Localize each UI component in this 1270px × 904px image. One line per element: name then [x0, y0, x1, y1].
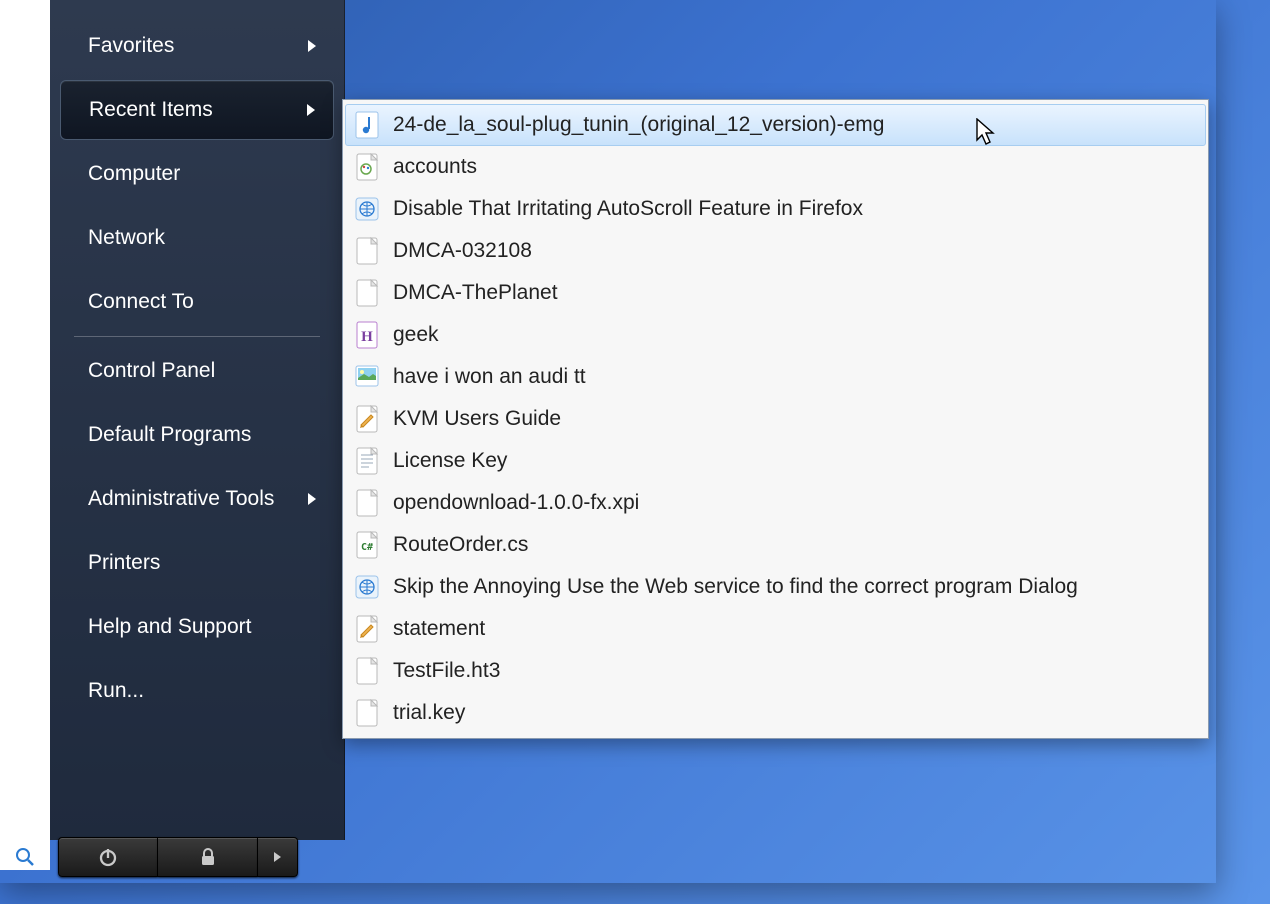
chevron-right-icon	[307, 104, 315, 116]
recent-item-label: 24-de_la_soul-plug_tunin_(original_12_ve…	[393, 113, 884, 137]
menu-item-label: Run...	[88, 679, 144, 703]
recent-item[interactable]: License Key	[345, 440, 1206, 482]
recent-item[interactable]: 24-de_la_soul-plug_tunin_(original_12_ve…	[345, 104, 1206, 146]
recent-item[interactable]: opendownload-1.0.0-fx.xpi	[345, 482, 1206, 524]
power-button[interactable]	[58, 837, 158, 877]
recent-item-label: DMCA-032108	[393, 239, 532, 263]
menu-item-computer[interactable]: Computer	[60, 144, 334, 204]
svg-text:C#: C#	[361, 542, 373, 553]
code-file-icon: C#	[355, 531, 379, 559]
menu-item-label: Network	[88, 226, 165, 250]
start-menu-right-panel: Favorites Recent Items Computer Network Conn…	[50, 0, 345, 840]
recent-item[interactable]: Skip the Annoying Use the Web service to…	[345, 566, 1206, 608]
recent-item-label: TestFile.ht3	[393, 659, 500, 683]
menu-item-label: Administrative Tools	[88, 487, 274, 511]
recent-item-label: opendownload-1.0.0-fx.xpi	[393, 491, 639, 515]
recent-item[interactable]: Disable That Irritating AutoScroll Featu…	[345, 188, 1206, 230]
lock-button[interactable]	[158, 837, 258, 877]
recent-item[interactable]: DMCA-032108	[345, 230, 1206, 272]
edit-file-icon	[355, 615, 379, 643]
menu-item-connect-to[interactable]: Connect To	[60, 272, 334, 332]
magnifier-icon	[15, 847, 35, 867]
web-file-icon	[355, 195, 379, 223]
recent-item[interactable]: accounts	[345, 146, 1206, 188]
recent-item-label: have i won an audi tt	[393, 365, 586, 389]
web-file-icon	[355, 573, 379, 601]
power-options-arrow-button[interactable]	[258, 837, 298, 877]
menu-item-administrative-tools[interactable]: Administrative Tools	[60, 469, 334, 529]
chevron-right-icon	[273, 851, 283, 863]
power-icon	[97, 846, 119, 868]
blank-file-icon	[355, 279, 379, 307]
blank-file-icon	[355, 657, 379, 685]
image-file-icon	[355, 363, 379, 391]
recent-item-label: geek	[393, 323, 439, 347]
power-button-group	[58, 837, 298, 885]
recent-item-label: Skip the Annoying Use the Web service to…	[393, 575, 1078, 599]
lock-icon	[198, 847, 218, 867]
blank-file-icon	[355, 489, 379, 517]
menu-item-recent-items[interactable]: Recent Items	[60, 80, 334, 140]
menu-item-label: Recent Items	[89, 98, 213, 122]
recent-item[interactable]: statement	[345, 608, 1206, 650]
blank-file-icon	[355, 699, 379, 727]
chevron-right-icon	[308, 40, 316, 52]
recent-items-submenu: 24-de_la_soul-plug_tunin_(original_12_ve…	[342, 99, 1209, 739]
menu-item-default-programs[interactable]: Default Programs	[60, 405, 334, 465]
menu-separator	[74, 336, 320, 337]
menu-item-label: Printers	[88, 551, 160, 575]
menu-item-label: Computer	[88, 162, 180, 186]
recent-item-label: DMCA-ThePlanet	[393, 281, 558, 305]
menu-item-control-panel[interactable]: Control Panel	[60, 341, 334, 401]
menu-item-label: Control Panel	[88, 359, 215, 383]
text-file-icon	[355, 447, 379, 475]
search-box-stub[interactable]	[0, 840, 50, 870]
menu-item-printers[interactable]: Printers	[60, 533, 334, 593]
menu-item-network[interactable]: Network	[60, 208, 334, 268]
menu-item-label: Favorites	[88, 34, 174, 58]
svg-text:H: H	[361, 329, 373, 345]
recent-item[interactable]: trial.key	[345, 692, 1206, 734]
recent-item-label: accounts	[393, 155, 477, 179]
edit-file-icon	[355, 405, 379, 433]
recent-item[interactable]: TestFile.ht3	[345, 650, 1206, 692]
menu-item-run[interactable]: Run...	[60, 661, 334, 721]
recent-item[interactable]: KVM Users Guide	[345, 398, 1206, 440]
recent-item[interactable]: have i won an audi tt	[345, 356, 1206, 398]
menu-item-label: Help and Support	[88, 615, 251, 639]
music-file-icon	[355, 111, 379, 139]
h-file-icon: H	[355, 321, 379, 349]
recent-item[interactable]: DMCA-ThePlanet	[345, 272, 1206, 314]
recent-item-label: statement	[393, 617, 485, 641]
recent-item-label: trial.key	[393, 701, 465, 725]
chevron-right-icon	[308, 493, 316, 505]
recent-item-label: RouteOrder.cs	[393, 533, 528, 557]
menu-item-label: Default Programs	[88, 423, 251, 447]
recent-item[interactable]: Hgeek	[345, 314, 1206, 356]
recent-item-label: Disable That Irritating AutoScroll Featu…	[393, 197, 863, 221]
recent-item-label: License Key	[393, 449, 507, 473]
menu-item-label: Connect To	[88, 290, 194, 314]
recent-item-label: KVM Users Guide	[393, 407, 561, 431]
start-menu-left-panel	[0, 0, 50, 840]
recent-item[interactable]: C# RouteOrder.cs	[345, 524, 1206, 566]
blank-file-icon	[355, 237, 379, 265]
paint-file-icon	[355, 153, 379, 181]
menu-item-favorites[interactable]: Favorites	[60, 16, 334, 76]
menu-item-help-and-support[interactable]: Help and Support	[60, 597, 334, 657]
